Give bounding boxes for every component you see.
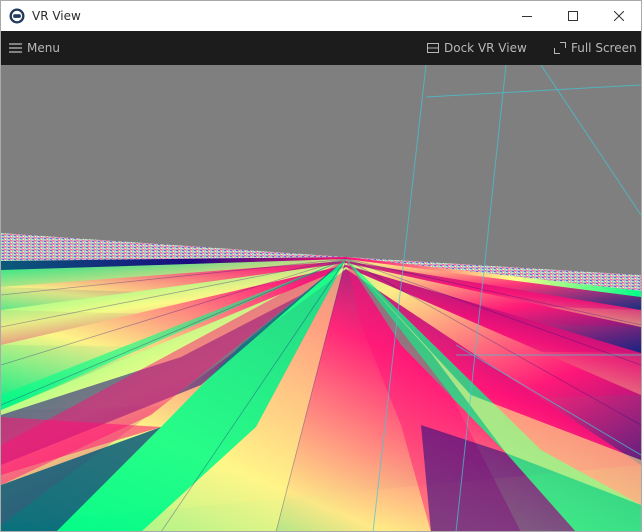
dock-label: Dock VR View xyxy=(444,41,527,55)
minimize-button[interactable] xyxy=(504,1,550,31)
vr-viewport[interactable] xyxy=(1,65,641,531)
dock-window-icon xyxy=(427,43,439,53)
fullscreen-label: Full Screen xyxy=(571,41,637,55)
menu-button[interactable]: Menu xyxy=(9,31,60,65)
close-icon xyxy=(614,11,624,21)
maximize-icon xyxy=(568,11,578,21)
dock-vr-view-button[interactable]: Dock VR View xyxy=(427,31,527,65)
close-button[interactable] xyxy=(596,1,641,31)
menu-label: Menu xyxy=(27,41,60,55)
maximize-button[interactable] xyxy=(550,1,596,31)
vr-view-window: VR View Menu Dock VR View Full Screen xyxy=(0,0,642,532)
hamburger-menu-icon xyxy=(9,43,22,53)
title-bar[interactable]: VR View xyxy=(1,1,641,31)
window-title: VR View xyxy=(32,9,81,23)
full-screen-button[interactable]: Full Screen xyxy=(554,31,637,65)
expand-icon xyxy=(554,42,566,54)
vr-logo-icon xyxy=(9,8,25,24)
toolbar: Menu Dock VR View Full Screen xyxy=(1,31,641,65)
minimize-icon xyxy=(522,11,532,21)
